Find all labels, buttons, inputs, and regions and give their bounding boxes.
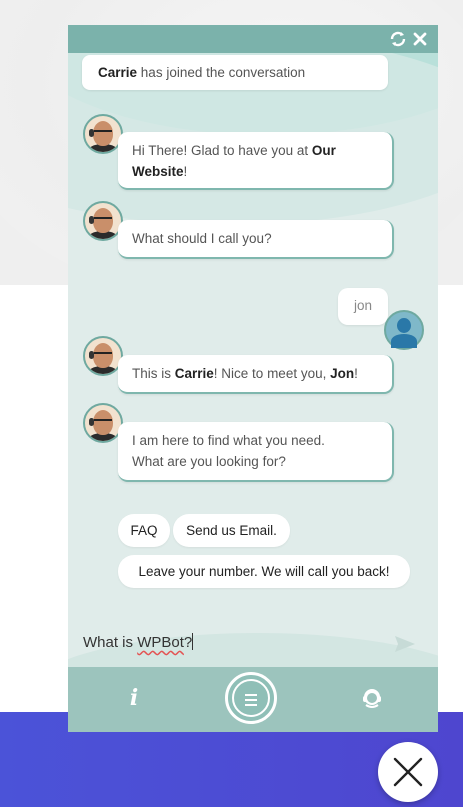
chat-header: [68, 25, 438, 53]
bot-message: This is Carrie! Nice to meet you, Jon!: [118, 355, 394, 394]
user-message: jon: [338, 288, 388, 325]
close-icon[interactable]: [410, 29, 430, 49]
message-input[interactable]: What is WPBot?: [68, 625, 438, 667]
send-icon[interactable]: [394, 634, 416, 654]
info-icon[interactable]: i: [124, 683, 144, 713]
input-value[interactable]: What is WPBot?: [83, 633, 194, 651]
agent-avatar: [83, 403, 123, 443]
agent-avatar: [83, 336, 123, 376]
bot-message: I am here to find what you need. What ar…: [118, 422, 394, 482]
user-avatar: [384, 310, 424, 350]
refresh-icon[interactable]: [388, 29, 408, 49]
chat-footer: i: [68, 667, 438, 732]
close-chat-button[interactable]: [378, 742, 438, 802]
support-icon[interactable]: [361, 687, 383, 709]
bot-message: Hi There! Glad to have you at Our Websit…: [118, 132, 394, 190]
close-icon: [393, 757, 423, 787]
joined-notice: Carrie has joined the conversation: [82, 55, 388, 90]
option-call-back[interactable]: Leave your number. We will call you back…: [118, 555, 410, 588]
agent-name: Carrie: [98, 65, 138, 80]
agent-avatar: [83, 201, 123, 241]
option-faq[interactable]: FAQ: [118, 514, 170, 547]
option-send-email[interactable]: Send us Email.: [173, 514, 290, 547]
menu-icon[interactable]: [225, 672, 277, 724]
chat-window: Carrie has joined the conversation Hi Th…: [68, 25, 438, 732]
bot-message: What should I call you?: [118, 220, 394, 259]
joined-text: has joined the conversation: [140, 65, 306, 80]
agent-avatar: [83, 114, 123, 154]
